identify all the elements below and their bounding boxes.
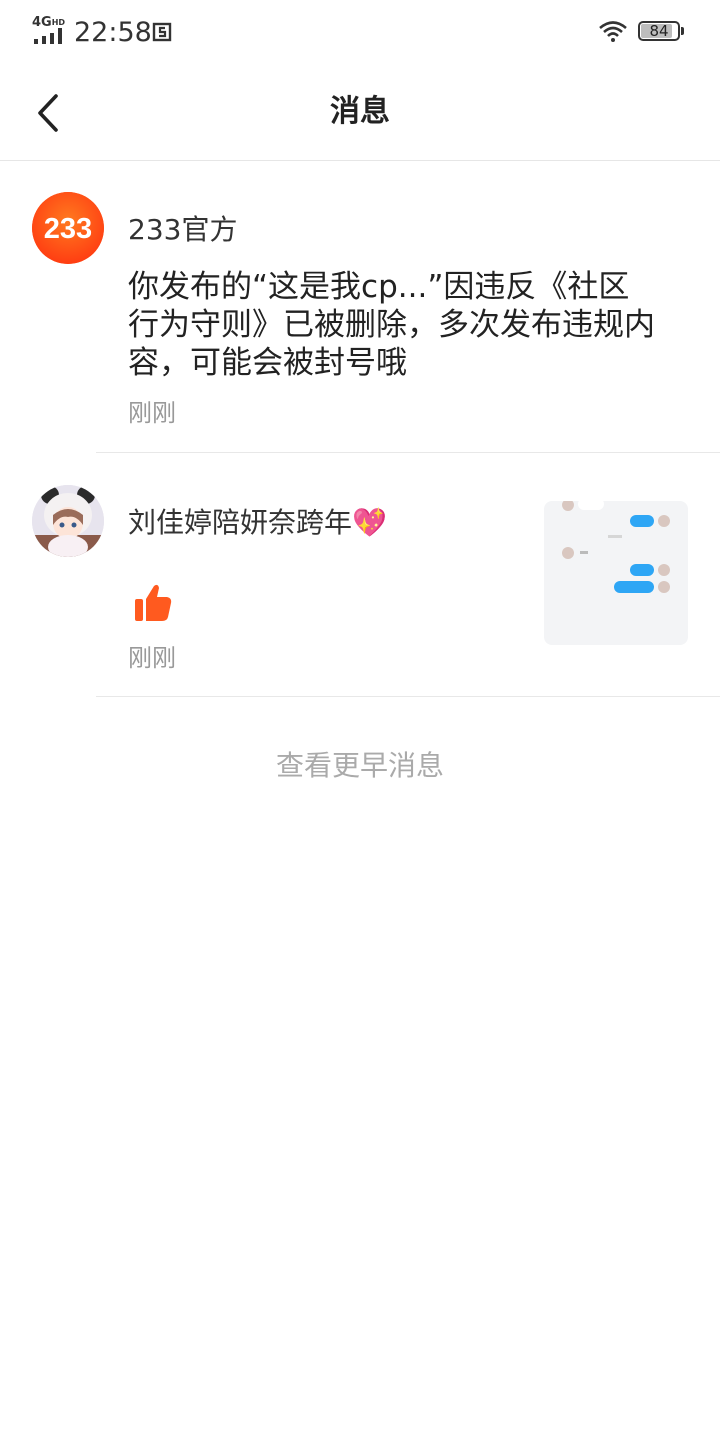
message-item[interactable]: 刘佳婷陪妍奈跨年💖 刚刚 [0,453,720,697]
view-earlier-messages-link[interactable]: 查看更早消息 [0,746,720,786]
user-avatar[interactable] [32,485,104,557]
signal-icon: 4GHD [32,16,66,44]
battery-icon: 84 [638,21,684,43]
status-time: 22:58 [74,17,152,48]
page-title: 消息 [330,94,390,129]
nav-bar: 消息 [0,64,720,161]
status-bar: 4GHD 22:58 84 [0,0,720,64]
message-time: 刚刚 [128,644,176,672]
message-time: 刚刚 [128,399,176,427]
post-thumbnail[interactable] [544,501,688,645]
wifi-icon [598,20,628,42]
battery-level: 84 [649,22,669,40]
message-body: 你发布的“这是我cp...”因违反《社区行为守则》已被删除，多次发布违规内容，可… [128,269,655,381]
svg-text:233: 233 [44,213,92,245]
sim-icon [152,22,172,42]
official-avatar[interactable]: 233 [32,192,104,264]
message-item[interactable]: 233 233官方 你发布的“这是我cp...”因违反《社区行为守则》已被删除，… [0,160,720,453]
sender-name: 233官方 [128,213,238,246]
divider [96,696,720,697]
thumbs-up-icon [134,583,172,623]
sender-name: 刘佳婷陪妍奈跨年💖 [128,506,387,539]
